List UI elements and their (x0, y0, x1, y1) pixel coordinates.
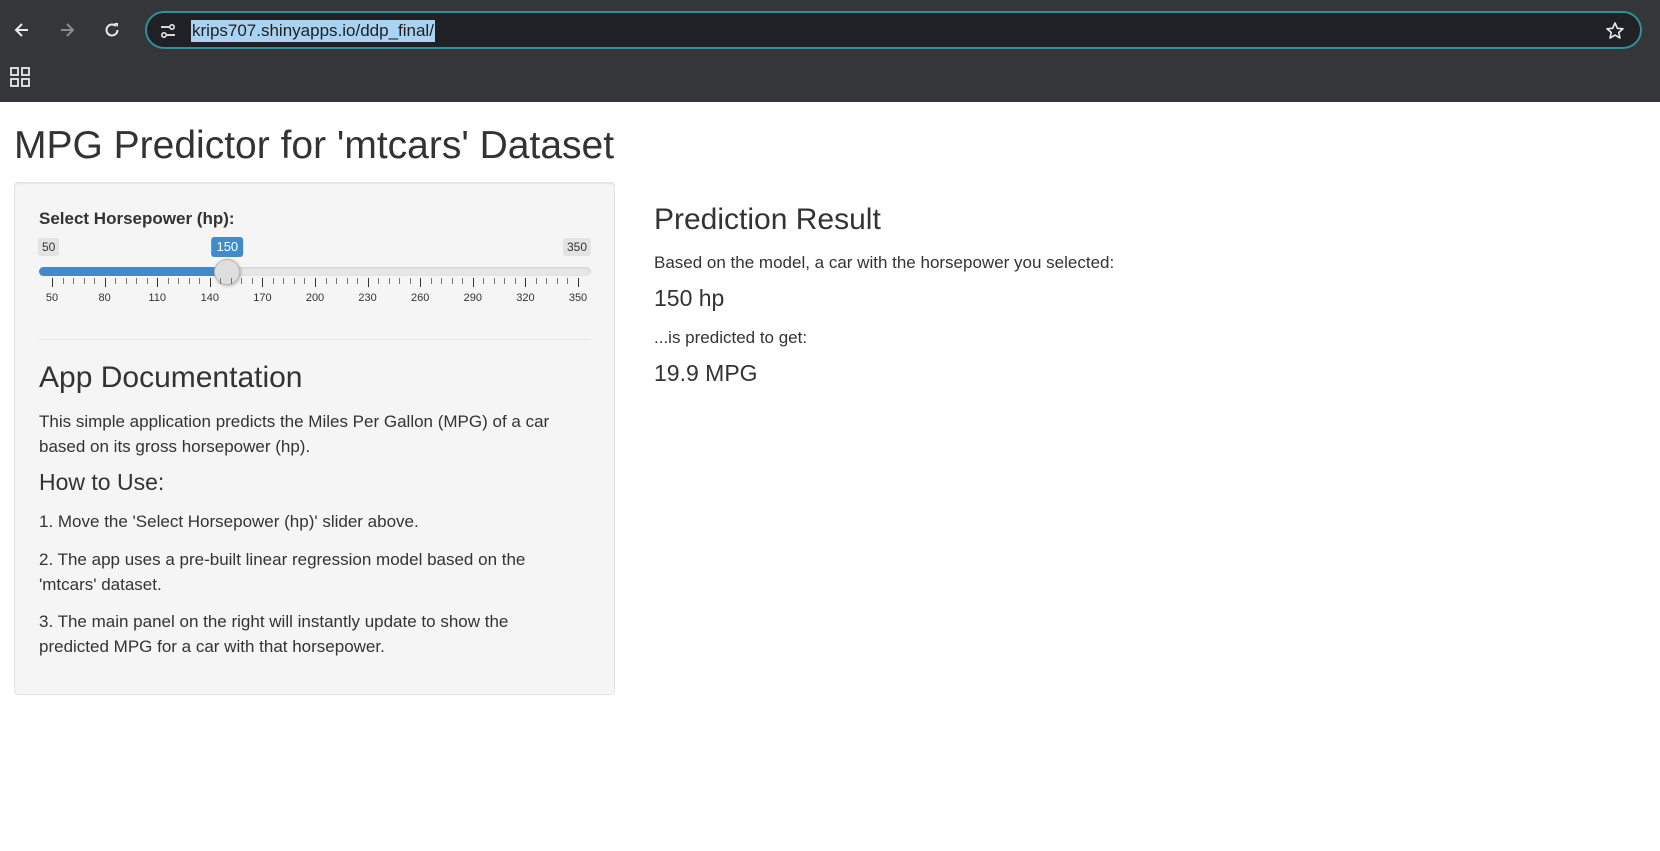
slider-major-tick (578, 278, 579, 287)
sidebar-panel: Select Horsepower (hp): 50 350 150 50 80 1… (14, 182, 615, 695)
doc-title: App Documentation (39, 361, 303, 394)
slider-tick-label: 230 (358, 292, 377, 304)
slider-minor-tick (336, 278, 338, 284)
slider-minor-tick (441, 278, 443, 284)
slider-tick-label: 320 (516, 292, 535, 304)
slider-minor-tick (167, 278, 169, 284)
slider-tick-label: 200 (305, 292, 325, 304)
slider-minor-tick (346, 278, 348, 284)
bookmark-button[interactable] (1604, 20, 1626, 42)
slider-minor-tick (325, 278, 327, 284)
slider-minor-tick (514, 278, 516, 284)
result-title: Prediction Result (654, 203, 881, 236)
slider-min-label: 50 (38, 238, 60, 256)
slider-minor-tick (62, 278, 64, 284)
slider-major-tick (52, 278, 53, 287)
slider-minor-tick (462, 278, 464, 284)
slider-major-tick (420, 278, 422, 287)
slider-minor-tick (409, 278, 411, 284)
slider-tick-label: 50 (45, 292, 59, 304)
slider-tick-label: 80 (98, 292, 111, 304)
slider-major-tick (525, 278, 527, 287)
slider-tick-label: 110 (148, 292, 166, 304)
slider-max-label: 350 (563, 238, 592, 256)
slider-minor-tick (178, 278, 180, 284)
slider-minor-tick (567, 278, 569, 284)
slider-major-tick (104, 278, 106, 287)
slider-minor-tick (378, 278, 380, 284)
slider-minor-tick (199, 278, 201, 284)
slider-minor-tick (230, 278, 232, 284)
slider-minor-tick (188, 278, 190, 284)
hp-value: 150 hp (654, 285, 725, 311)
slider-minor-tick (251, 278, 253, 284)
slider-track[interactable] (39, 267, 591, 276)
slider-minor-tick (136, 278, 138, 284)
slider-major-tick (209, 278, 211, 287)
slider-minor-tick (546, 278, 548, 284)
slider-minor-tick (483, 278, 485, 284)
bookmark-star-icon (1606, 22, 1624, 39)
browser-toolbar: krips707.shinyapps.io/ddp_final/ (0, 0, 1660, 102)
forward-icon (61, 23, 75, 37)
doc-step: 2. The app uses a pre-built linear regre… (39, 550, 526, 594)
slider-minor-tick (399, 278, 401, 284)
slider-minor-tick (304, 278, 306, 284)
slider-major-tick (315, 278, 316, 287)
slider-ticks: 50 80 110 140 170 200 230 260 290 320 350 (39, 278, 591, 308)
back-icon (14, 23, 28, 37)
mpg-value: 19.9 MPG (654, 360, 758, 386)
back-button[interactable] (4, 12, 40, 48)
slider-minor-tick (73, 278, 75, 284)
slider-fill (39, 267, 228, 276)
how-to-use-title: How to Use: (39, 469, 165, 495)
slider-minor-tick (493, 278, 495, 284)
slider-minor-tick (293, 278, 295, 284)
slider-tick-label: 260 (411, 292, 430, 304)
slider-tick-label: 170 (253, 292, 272, 304)
slider-major-tick (367, 278, 369, 287)
slider-minor-tick (241, 278, 243, 284)
slider-minor-tick (388, 278, 390, 284)
slider-minor-tick (83, 278, 85, 284)
site-info-icon (160, 23, 176, 39)
doc-intro: This simple application predicts the Mil… (39, 412, 550, 456)
slider-minor-tick (220, 278, 222, 284)
slider-minor-tick (125, 278, 127, 284)
slider-minor-tick (504, 278, 506, 284)
slider-minor-tick (115, 278, 117, 284)
slider-major-tick (262, 278, 264, 287)
slider-minor-tick (451, 278, 453, 284)
divider (39, 339, 591, 340)
slider-minor-tick (535, 278, 537, 284)
slider-tick-label: 290 (463, 292, 482, 304)
doc-step: 3. The main panel on the right will inst… (39, 612, 509, 656)
forward-button[interactable] (49, 12, 85, 48)
slider-minor-tick (357, 278, 359, 284)
result-intro: Based on the model, a car with the horse… (654, 253, 1115, 272)
reload-button[interactable] (94, 12, 130, 48)
predicted-label: ...is predicted to get: (654, 328, 808, 347)
reload-icon (105, 23, 119, 37)
slider-value-badge: 150 (211, 237, 244, 257)
slider-tick-label: 350 (568, 292, 588, 304)
address-bar[interactable]: krips707.shinyapps.io/ddp_final/ (145, 11, 1642, 49)
slider-minor-tick (430, 278, 432, 284)
apps-grid-icon (10, 67, 30, 87)
page-title: MPG Predictor for 'mtcars' Dataset (14, 124, 615, 167)
site-info-button[interactable] (157, 20, 179, 42)
slider-minor-tick (283, 278, 285, 284)
slider-minor-tick (556, 278, 558, 284)
apps-button[interactable] (9, 66, 31, 88)
slider-major-tick (157, 278, 159, 287)
slider-minor-tick (272, 278, 274, 284)
slider-minor-tick (94, 278, 96, 284)
slider-minor-tick (146, 278, 148, 284)
slider-tick-label: 140 (200, 292, 219, 304)
doc-step: 1. Move the 'Select Horsepower (hp)' sli… (39, 512, 419, 531)
slider-major-tick (472, 278, 474, 287)
slider-label: Select Horsepower (hp): (39, 209, 235, 228)
url-text[interactable]: krips707.shinyapps.io/ddp_final/ (191, 20, 435, 42)
